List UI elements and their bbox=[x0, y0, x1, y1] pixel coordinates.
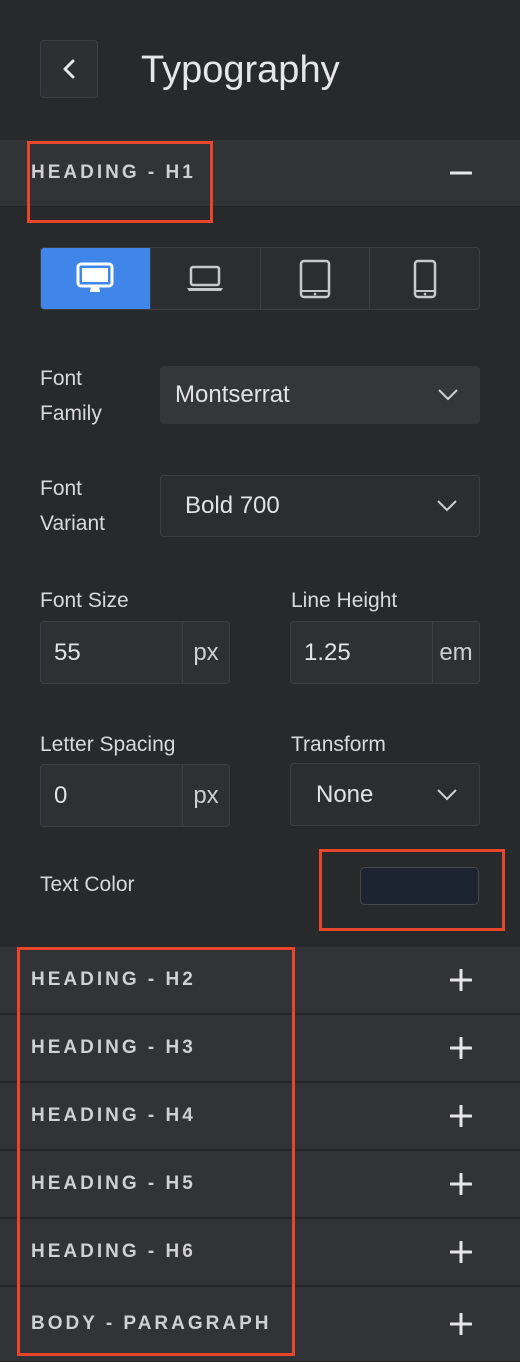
font-family-label-line1: Font bbox=[40, 367, 83, 390]
plus-icon[interactable] bbox=[450, 969, 472, 991]
section-label-h4: HEADING - H4 bbox=[31, 1105, 196, 1126]
desktop-icon bbox=[76, 262, 114, 292]
transform-label: Transform bbox=[291, 733, 386, 756]
plus-icon[interactable] bbox=[450, 1173, 472, 1195]
letter-spacing-label: Letter Spacing bbox=[40, 733, 176, 756]
plus-icon[interactable] bbox=[450, 1105, 472, 1127]
font-family-label: Font Family bbox=[40, 361, 102, 431]
plus-icon[interactable] bbox=[450, 1037, 472, 1059]
section-body-paragraph[interactable]: BODY - PARAGRAPH bbox=[0, 1287, 520, 1362]
text-color-label: Text Color bbox=[40, 873, 135, 896]
tab-laptop[interactable] bbox=[151, 248, 261, 309]
letter-spacing-input[interactable]: 0 px bbox=[40, 764, 230, 827]
tab-mobile[interactable] bbox=[370, 248, 479, 309]
section-heading-h1[interactable]: HEADING - H1 bbox=[0, 140, 520, 207]
section-label-h2: HEADING - H2 bbox=[31, 969, 196, 990]
chevron-down-icon bbox=[438, 389, 458, 401]
panel-header: Typography bbox=[0, 0, 520, 140]
font-size-label: Font Size bbox=[40, 589, 129, 612]
font-family-label-line2: Family bbox=[40, 402, 102, 425]
section-heading-h5[interactable]: HEADING - H5 bbox=[0, 1151, 520, 1218]
back-button[interactable] bbox=[40, 40, 98, 98]
page-title: Typography bbox=[141, 49, 340, 91]
typography-panel: Typography HEADING - H1 Font Family Mont… bbox=[0, 0, 520, 1362]
font-size-unit: px bbox=[182, 622, 229, 683]
font-size-input[interactable]: 55 px bbox=[40, 621, 230, 684]
line-height-input[interactable]: 1.25 em bbox=[290, 621, 480, 684]
section-label-h1: HEADING - H1 bbox=[31, 162, 196, 183]
font-family-select[interactable]: Montserrat bbox=[160, 366, 480, 424]
section-label-h3: HEADING - H3 bbox=[31, 1037, 196, 1058]
font-variant-label-line1: Font bbox=[40, 477, 83, 500]
section-heading-h3[interactable]: HEADING - H3 bbox=[0, 1015, 520, 1082]
tab-desktop[interactable] bbox=[41, 248, 151, 309]
font-variant-select[interactable]: Bold 700 bbox=[160, 475, 480, 537]
chevron-down-icon bbox=[437, 500, 457, 512]
font-size-value[interactable]: 55 bbox=[41, 622, 182, 683]
letter-spacing-value[interactable]: 0 bbox=[41, 765, 182, 826]
line-height-label: Line Height bbox=[291, 589, 398, 612]
section-heading-h4[interactable]: HEADING - H4 bbox=[0, 1083, 520, 1150]
text-color-swatch[interactable] bbox=[360, 867, 479, 905]
font-variant-value: Bold 700 bbox=[185, 492, 280, 519]
tab-tablet[interactable] bbox=[261, 248, 371, 309]
minus-icon[interactable] bbox=[450, 162, 472, 184]
chevron-down-icon bbox=[437, 788, 457, 800]
line-height-unit: em bbox=[432, 622, 479, 683]
chevron-left-icon bbox=[63, 59, 75, 79]
transform-value: None bbox=[316, 780, 374, 808]
section-label-body: BODY - PARAGRAPH bbox=[31, 1313, 272, 1334]
plus-icon[interactable] bbox=[450, 1241, 472, 1263]
font-variant-label-line2: Variant bbox=[40, 512, 105, 535]
section-label-h5: HEADING - H5 bbox=[31, 1173, 196, 1194]
section-label-h6: HEADING - H6 bbox=[31, 1241, 196, 1262]
mobile-icon bbox=[413, 259, 436, 298]
laptop-icon bbox=[187, 265, 224, 291]
plus-icon[interactable] bbox=[450, 1313, 472, 1335]
line-height-value[interactable]: 1.25 bbox=[291, 622, 432, 683]
section-body-h1: Font Family Montserrat Font Variant Bold… bbox=[0, 207, 520, 947]
font-variant-label: Font Variant bbox=[40, 471, 105, 541]
letter-spacing-unit: px bbox=[182, 765, 229, 826]
transform-select[interactable]: None bbox=[290, 763, 480, 826]
section-heading-h6[interactable]: HEADING - H6 bbox=[0, 1219, 520, 1286]
device-tabs bbox=[40, 247, 480, 310]
section-heading-h2[interactable]: HEADING - H2 bbox=[0, 947, 520, 1014]
tablet-icon bbox=[299, 259, 331, 298]
font-family-value: Montserrat bbox=[175, 381, 290, 408]
